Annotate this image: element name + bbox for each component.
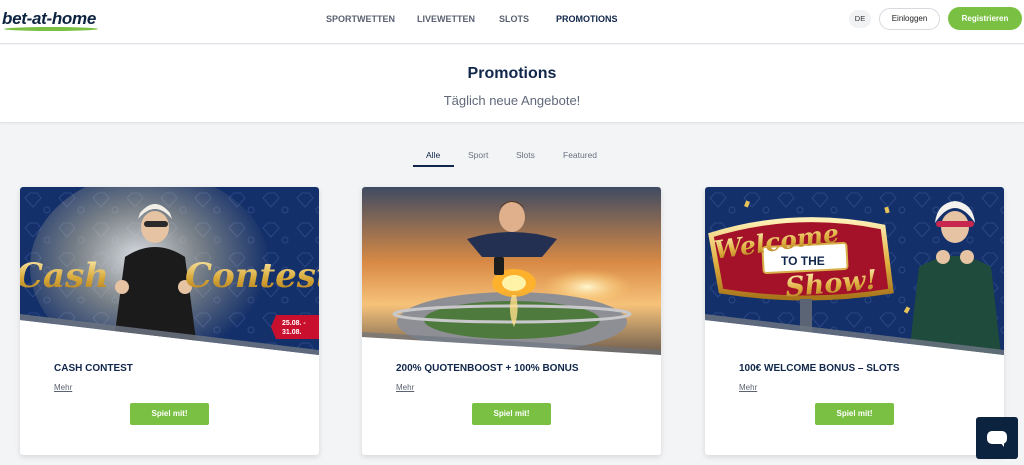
play-now-button[interactable]: Spiel mit! (472, 403, 551, 425)
chat-bubble-icon (987, 431, 1007, 444)
promo-card-welcome-bonus: Welcome TO THE Show! 100€ WELCOME BONUS … (705, 187, 1004, 455)
sign-line-2: TO THE (781, 254, 825, 268)
promo-image-welcome-show[interactable]: Welcome TO THE Show! (705, 187, 1004, 355)
date-badge-to: 31.08. (282, 329, 302, 336)
date-badge-from: 25.08. - (282, 320, 306, 327)
top-navigation-bar: bet-at-home SPORTWETTEN LIVEWETTEN SLOTS… (0, 0, 1024, 44)
promo-title: 200% QUOTENBOOST + 100% BONUS (396, 363, 579, 374)
promo-image-cash-contest[interactable]: Cash Contest 25.08. - 31.08. (20, 187, 319, 355)
promo-image-quotenboost[interactable] (362, 187, 661, 355)
promo-title: 100€ WELCOME BONUS – SLOTS (739, 363, 900, 374)
tab-featured[interactable]: Featured (563, 150, 597, 160)
image-headline-right: Contest (185, 256, 319, 296)
image-headline-left: Cash (20, 256, 109, 296)
language-selector[interactable]: DE (849, 10, 871, 28)
logo-swoosh-icon (4, 27, 98, 31)
play-now-button[interactable]: Spiel mit! (130, 403, 209, 425)
tab-slots[interactable]: Slots (516, 150, 535, 160)
promo-card-cash-contest: Cash Contest 25.08. - 31.08. CASH CONTES… (20, 187, 319, 455)
promotion-filter-tabs: Alle Sport Slots Featured (0, 148, 1024, 170)
promo-more-link[interactable]: Mehr (739, 383, 757, 392)
tab-sport[interactable]: Sport (468, 150, 488, 160)
promo-title: CASH CONTEST (54, 363, 133, 374)
live-chat-button[interactable] (976, 417, 1018, 459)
nav-item-promotions[interactable]: PROMOTIONS (556, 14, 618, 24)
active-tab-indicator (413, 165, 454, 167)
promo-more-link[interactable]: Mehr (54, 383, 72, 392)
page-subtitle: Täglich neue Angebote! (443, 93, 581, 108)
play-now-button[interactable]: Spiel mit! (815, 403, 894, 425)
page-title: Promotions (467, 65, 557, 82)
promo-more-link[interactable]: Mehr (396, 383, 414, 392)
login-button[interactable]: Einloggen (879, 8, 940, 30)
brand-logo[interactable]: bet-at-home (2, 9, 96, 29)
tab-alle[interactable]: Alle (426, 150, 440, 160)
promotions-hero: Promotions Täglich neue Angebote! (0, 45, 1024, 123)
register-button[interactable]: Registrieren (948, 7, 1022, 30)
nav-item-livewetten[interactable]: LIVEWETTEN (417, 14, 475, 24)
nav-item-sportwetten[interactable]: SPORTWETTEN (326, 14, 395, 24)
promo-card-quotenboost: 200% QUOTENBOOST + 100% BONUS Mehr Spiel… (362, 187, 661, 455)
nav-item-slots[interactable]: SLOTS (499, 14, 529, 24)
chat-bubble-tail (1000, 442, 1004, 447)
